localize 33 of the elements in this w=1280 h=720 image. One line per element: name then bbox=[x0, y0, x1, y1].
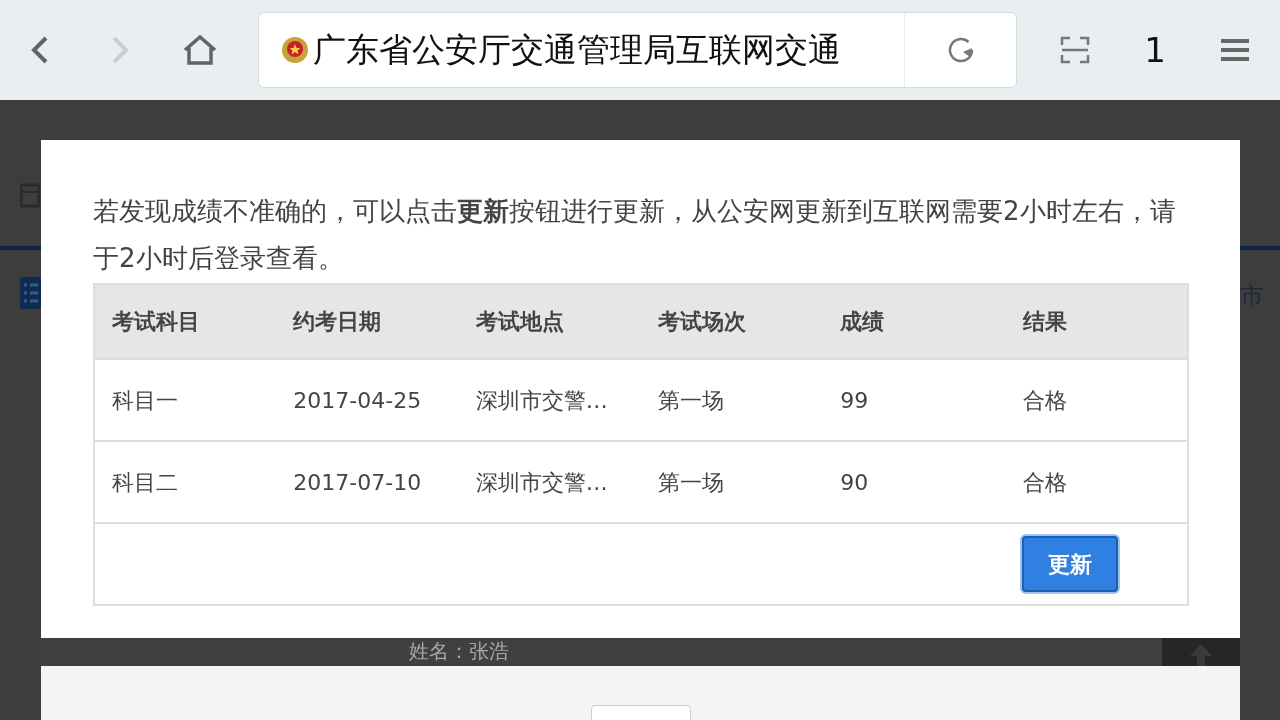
forward-icon bbox=[111, 35, 129, 65]
menu-icon bbox=[1221, 38, 1249, 62]
table-cell: 2017-07-10 bbox=[276, 441, 459, 523]
table-cell: 深圳市交警… bbox=[458, 359, 641, 441]
table-cell: 2017-04-25 bbox=[276, 359, 459, 441]
list-icon bbox=[19, 276, 41, 310]
column-header: 结果 bbox=[1005, 284, 1188, 359]
column-header: 考试科目 bbox=[94, 284, 277, 359]
column-header: 考试场次 bbox=[641, 284, 824, 359]
table-cell: 合格 bbox=[1005, 359, 1188, 441]
address-bar[interactable]: 广东省公安厅交通管理局互联网交通 bbox=[258, 12, 1017, 88]
scan-icon bbox=[1060, 36, 1090, 64]
table-cell: 深圳市交警… bbox=[458, 441, 641, 523]
back-icon bbox=[31, 35, 49, 65]
notice-text: 若发现成绩不准确的，可以点击更新按钮进行更新，从公安网更新到互联网需要2小时左右，请于2小时后登录查看。 bbox=[93, 195, 1177, 275]
update-button[interactable]: 更新 bbox=[1022, 536, 1118, 592]
table-cell: 99 bbox=[823, 359, 1006, 441]
column-header: 约考日期 bbox=[276, 284, 459, 359]
table-cell: 合格 bbox=[1005, 441, 1188, 523]
tab-count-button[interactable]: 1 bbox=[1115, 0, 1195, 100]
page-title: 广东省公安厅交通管理局互联网交通 bbox=[312, 29, 842, 72]
table-cell: 第一场 bbox=[641, 359, 824, 441]
column-header: 成绩 bbox=[823, 284, 1006, 359]
police-badge-icon bbox=[281, 36, 309, 64]
table-cell: 第一场 bbox=[641, 441, 824, 523]
table-cell: 科目二 bbox=[94, 441, 277, 523]
home-icon bbox=[183, 35, 217, 65]
table-cell: 90 bbox=[823, 441, 1006, 523]
name-label: 姓名：张浩 bbox=[409, 639, 509, 663]
calendar-icon bbox=[20, 182, 40, 208]
back-to-top-button[interactable] bbox=[1162, 638, 1240, 666]
column-header: 考试地点 bbox=[458, 284, 641, 359]
table-cell: 科目一 bbox=[94, 359, 277, 441]
